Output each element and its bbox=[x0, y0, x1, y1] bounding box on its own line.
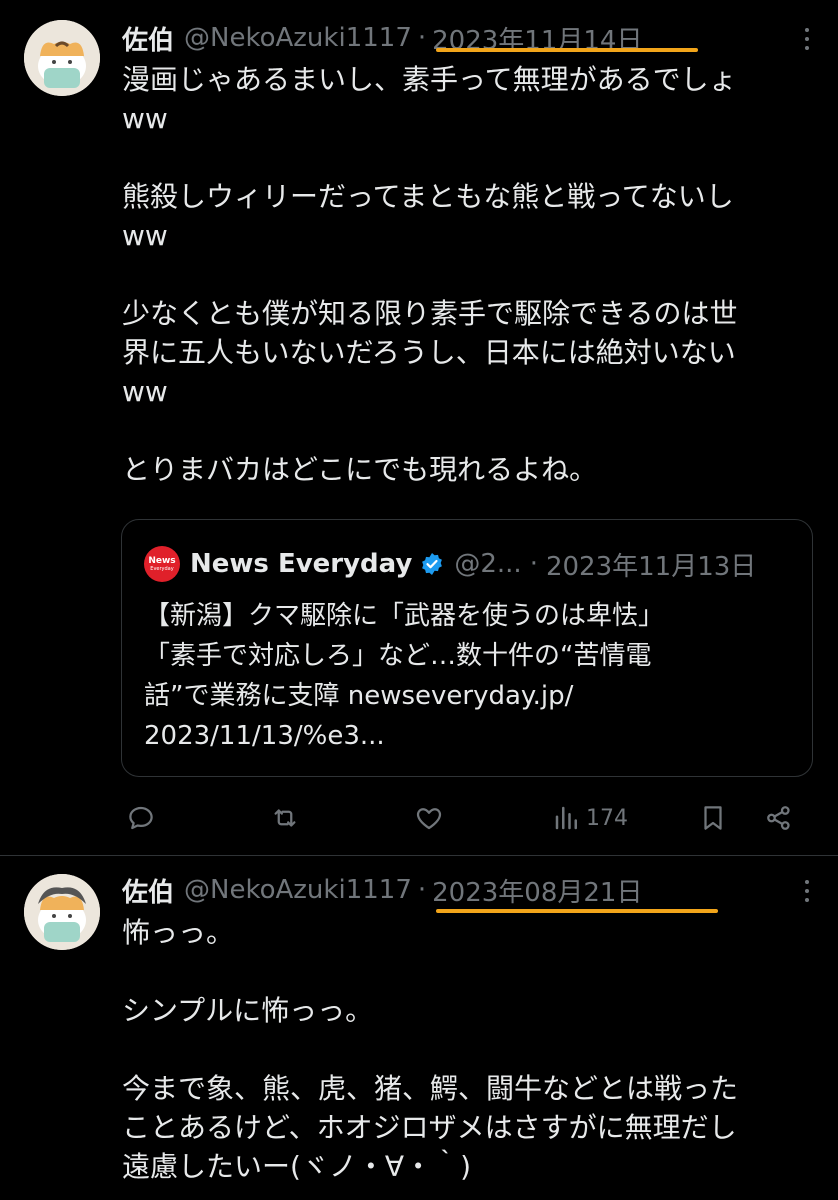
text-line: ww bbox=[122, 375, 168, 408]
avatar-image bbox=[24, 874, 100, 950]
quote-text-line[interactable]: 話”で業務に支障 newseveryday.jp/ bbox=[144, 676, 794, 716]
text-line bbox=[122, 952, 812, 991]
text-line: 界に五人もいないだろうし、日本には絶対いない bbox=[122, 336, 736, 369]
news-logo[interactable]: News Everyday bbox=[144, 546, 180, 582]
tweet-text: 怖っっ。 シンプルに怖っっ。 今まで象、熊、虎、猪、鰐、闘牛などとは戦った こと… bbox=[122, 913, 812, 1186]
quote-date[interactable]: 2023年11月13日 bbox=[546, 546, 756, 583]
text-line: 今まで象、熊、虎、猪、鰐、闘牛などとは戦った bbox=[122, 1072, 739, 1105]
highlight-underline bbox=[436, 48, 698, 52]
text-line: 漫画じゃあるまいし、素手って無理があるでしょ bbox=[122, 63, 737, 96]
avatar[interactable] bbox=[24, 874, 100, 950]
heart-icon bbox=[416, 808, 442, 830]
display-name[interactable]: 佐伯 bbox=[122, 872, 174, 909]
text-line: 少なくとも僕が知る限り素手で駆除できるのは世 bbox=[122, 297, 738, 330]
text-line: ww bbox=[122, 219, 168, 252]
text-line: ことあるけど、ホオジロザメはさすがに無理だし bbox=[122, 1111, 737, 1144]
text-line bbox=[122, 411, 812, 450]
quote-text-line[interactable]: 2023/11/13/%e3... bbox=[144, 716, 794, 756]
tweet-2[interactable]: 佐伯 @NekoAzuki1117 · 2023年08月21日 怖っっ。 シンプ… bbox=[0, 856, 838, 1200]
post-date[interactable]: 2023年08月21日 bbox=[432, 872, 642, 909]
share-button[interactable] bbox=[764, 800, 794, 836]
text-line: とりまバカはどこにでも現れるよね。 bbox=[122, 453, 598, 486]
quoted-tweet[interactable]: News Everyday News Everyday @2... · 2023… bbox=[121, 519, 813, 777]
quote-header: News Everyday News Everyday @2... · 2023… bbox=[144, 544, 756, 584]
user-handle[interactable]: @NekoAzuki1117 bbox=[184, 23, 412, 53]
quote-text-line: 「素手で対応しろ」など…数十件の“苦情電 bbox=[144, 641, 652, 671]
share-icon bbox=[767, 806, 790, 830]
verified-badge-icon bbox=[422, 553, 443, 575]
bookmark-icon bbox=[704, 806, 722, 830]
text-line: 怖っっ。 bbox=[122, 916, 235, 949]
tweet-text: 漫画じゃあるまいし、素手って無理があるでしょ ww 熊殺しウィリーだってまともな… bbox=[122, 60, 812, 489]
quote-separator: · bbox=[529, 549, 538, 579]
views-button[interactable]: 174 bbox=[552, 800, 628, 836]
news-logo-text: News bbox=[148, 556, 176, 566]
user-handle[interactable]: @NekoAzuki1117 bbox=[184, 875, 412, 905]
quote-text: 【新潟】クマ駆除に「武器を使うのは卑怯」 「素手で対応しろ」など…数十件の“苦情… bbox=[144, 596, 794, 756]
views-chart-icon bbox=[555, 806, 577, 830]
quote-text-line: 【新潟】クマ駆除に「武器を使うのは卑怯」 bbox=[144, 601, 665, 631]
action-bar: 174 bbox=[122, 800, 812, 836]
views-count: 174 bbox=[586, 805, 628, 831]
retweet-icon bbox=[274, 809, 296, 827]
avatar[interactable] bbox=[24, 20, 100, 96]
reply-icon bbox=[129, 806, 153, 830]
tweet-header: 佐伯 @NekoAzuki1117 · 2023年11月14日 bbox=[122, 18, 642, 58]
tweet-1[interactable]: 佐伯 @NekoAzuki1117 · 2023年11月14日 漫画じゃあるまい… bbox=[0, 0, 838, 855]
quote-handle[interactable]: @2... bbox=[454, 549, 521, 579]
like-button[interactable] bbox=[414, 800, 444, 836]
retweet-button[interactable] bbox=[270, 800, 300, 836]
text-line: 熊殺しウィリーだってまともな熊と戦ってないし bbox=[122, 180, 734, 213]
text-line bbox=[122, 138, 812, 177]
text-line: 遠慮したいー(ヾノ・∀・｀) bbox=[122, 1150, 472, 1183]
quote-display-name[interactable]: News Everyday bbox=[190, 549, 412, 579]
separator: · bbox=[417, 875, 427, 905]
separator: · bbox=[417, 23, 427, 53]
text-line bbox=[122, 255, 812, 294]
news-logo-subtext: Everyday bbox=[150, 566, 174, 572]
more-icon[interactable] bbox=[804, 880, 810, 906]
more-icon[interactable] bbox=[804, 28, 810, 54]
text-line: シンプルに怖っっ。 bbox=[122, 994, 374, 1027]
avatar-image bbox=[24, 20, 100, 96]
tweet-header: 佐伯 @NekoAzuki1117 · 2023年08月21日 bbox=[122, 870, 642, 910]
display-name[interactable]: 佐伯 bbox=[122, 20, 174, 57]
reply-button[interactable] bbox=[126, 800, 156, 836]
text-line: ww bbox=[122, 102, 168, 135]
bookmark-button[interactable] bbox=[698, 800, 728, 836]
text-line bbox=[122, 1030, 812, 1069]
